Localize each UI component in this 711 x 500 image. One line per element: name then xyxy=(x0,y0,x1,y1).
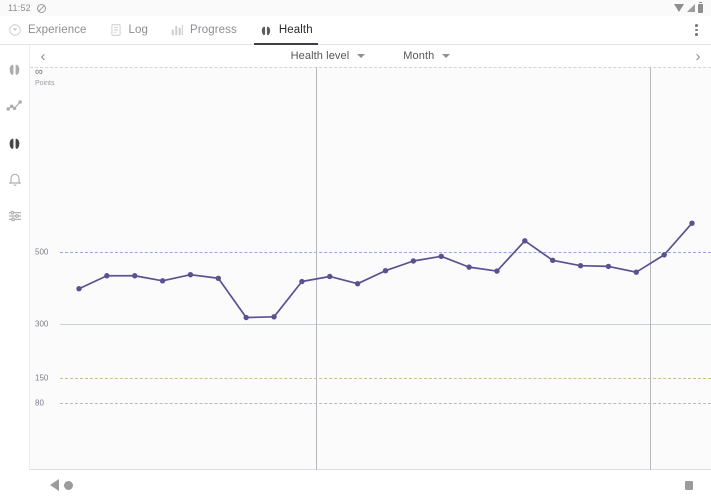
health-chart: ∞ Points 500 300 150 80 xyxy=(30,66,711,470)
home-circle-icon[interactable] xyxy=(64,480,73,490)
data-point[interactable] xyxy=(76,286,82,292)
next-period-button[interactable]: › xyxy=(685,45,711,67)
sidebar-item-health[interactable] xyxy=(4,131,26,153)
data-point[interactable] xyxy=(494,268,500,274)
status-clock: 11:52 xyxy=(8,3,31,13)
status-bar: 11:52 xyxy=(0,0,711,16)
tab-health[interactable]: Health xyxy=(248,16,324,45)
chart-header-controls: Health level Month xyxy=(56,50,685,62)
data-point[interactable] xyxy=(633,269,639,275)
tab-health-label: Health xyxy=(278,24,313,36)
data-point[interactable] xyxy=(159,278,166,284)
metric-select[interactable]: Health level xyxy=(291,50,366,62)
health-level-series xyxy=(76,220,695,321)
data-point[interactable] xyxy=(661,252,667,258)
chart-header: ‹ Health level Month › xyxy=(30,45,711,67)
tab-log-label: Log xyxy=(128,24,149,36)
data-point[interactable] xyxy=(299,278,305,285)
do-not-disturb-icon xyxy=(36,3,46,13)
data-point[interactable] xyxy=(327,273,333,280)
log-list-icon xyxy=(109,23,123,37)
experience-badge-icon xyxy=(8,23,22,37)
status-bar-right xyxy=(674,1,703,13)
back-triangle-icon[interactable] xyxy=(50,479,59,491)
sidebar-item-settings[interactable] xyxy=(4,205,26,227)
bell-icon xyxy=(7,171,23,187)
sidebar-item-lungs[interactable] xyxy=(4,57,26,79)
data-point[interactable] xyxy=(187,271,194,278)
period-select-value: Month xyxy=(403,50,435,62)
health-lungs-icon xyxy=(259,23,273,37)
data-point[interactable] xyxy=(104,273,110,279)
system-navigation-bar xyxy=(0,470,711,500)
sidebar-item-trend[interactable] xyxy=(4,94,26,116)
tab-progress[interactable]: Progress xyxy=(159,16,248,45)
app-root: 11:52 Experience Log Progress Health ‹ H… xyxy=(0,0,711,500)
data-point[interactable] xyxy=(438,253,444,260)
progress-bars-icon xyxy=(170,23,184,37)
battery-icon xyxy=(698,1,703,13)
wifi-icon xyxy=(674,4,684,12)
data-point[interactable] xyxy=(215,275,222,281)
sliders-icon xyxy=(7,208,23,224)
data-point[interactable] xyxy=(577,262,584,269)
data-point[interactable] xyxy=(522,238,528,244)
data-point[interactable] xyxy=(466,264,472,270)
signal-icon xyxy=(687,4,695,12)
tab-bar: Experience Log Progress Health xyxy=(0,16,711,45)
tab-log[interactable]: Log xyxy=(98,16,160,45)
tab-progress-label: Progress xyxy=(190,24,237,36)
sidebar-item-notifications[interactable] xyxy=(4,168,26,190)
data-point[interactable] xyxy=(243,314,249,321)
recent-apps-icon[interactable] xyxy=(685,480,693,490)
data-point[interactable] xyxy=(549,257,556,263)
previous-period-button[interactable]: ‹ xyxy=(30,45,56,67)
data-point[interactable] xyxy=(271,314,277,320)
data-point[interactable] xyxy=(689,220,695,226)
chevron-down-icon xyxy=(357,54,366,58)
period-select[interactable]: Month xyxy=(403,50,451,62)
tab-experience-label: Experience xyxy=(28,24,87,36)
lungs-icon xyxy=(6,60,23,77)
health-icon xyxy=(6,134,23,151)
more-options-icon[interactable] xyxy=(691,20,702,40)
data-point[interactable] xyxy=(410,258,417,264)
status-bar-left: 11:52 xyxy=(8,3,46,13)
data-point[interactable] xyxy=(354,280,361,287)
chevron-down-icon xyxy=(442,54,451,58)
data-point[interactable] xyxy=(132,273,138,279)
data-point[interactable] xyxy=(382,268,389,274)
tab-experience[interactable]: Experience xyxy=(0,16,98,45)
trend-icon xyxy=(6,97,23,114)
left-rail xyxy=(0,45,30,500)
data-point[interactable] xyxy=(605,263,612,270)
metric-select-value: Health level xyxy=(290,50,350,62)
